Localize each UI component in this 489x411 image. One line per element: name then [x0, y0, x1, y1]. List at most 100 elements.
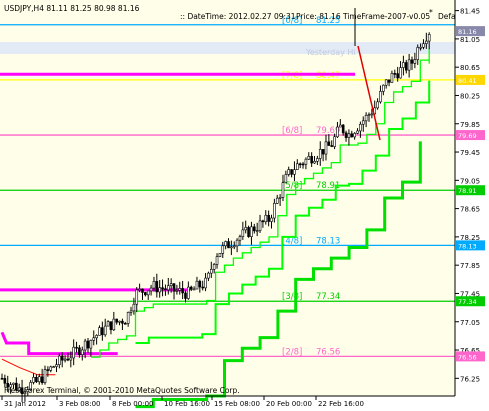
candle-body	[399, 67, 402, 79]
candle-body	[230, 246, 233, 249]
price-tick-5: 79.45	[460, 149, 480, 157]
candle-body	[313, 160, 316, 164]
price-tag-0: 81.16	[458, 28, 477, 36]
candle-body	[307, 156, 311, 160]
level-value-6: 76.56	[316, 347, 340, 357]
candle-body	[95, 335, 98, 339]
candle-body	[361, 120, 365, 125]
candle-body	[339, 124, 342, 128]
candle-body	[241, 229, 245, 237]
candle-body	[247, 227, 250, 237]
candle-body	[235, 239, 239, 247]
candle-body	[416, 47, 420, 60]
price-tick-4: 79.85	[460, 121, 480, 129]
candle-body	[284, 174, 288, 183]
candle-body	[37, 376, 41, 383]
candle-body	[422, 43, 425, 48]
price-tag-5: 77.34	[458, 298, 477, 306]
time-tick-2: 8 Feb 00:00	[112, 400, 153, 408]
candle-body	[232, 245, 236, 248]
candle-body	[321, 149, 325, 155]
time-tick-6: 22 Feb 16:00	[318, 400, 364, 408]
candle-body	[341, 124, 345, 134]
candle-body	[155, 281, 159, 293]
faded-label: Yesterday Hi	[305, 48, 356, 57]
candle-body	[12, 382, 15, 385]
candle-body	[425, 40, 428, 44]
candle-body	[55, 364, 58, 367]
candle-body	[427, 34, 431, 42]
candle-body	[189, 286, 193, 290]
candle-body	[264, 214, 268, 223]
candle-body	[69, 357, 73, 361]
candle-body	[98, 327, 101, 336]
candle-body	[144, 292, 147, 296]
candle-body	[103, 325, 107, 336]
price-tick-2: 80.65	[460, 64, 480, 72]
candle-body	[166, 285, 170, 291]
candle-body	[204, 277, 207, 289]
candle-body	[201, 286, 204, 289]
candle-body	[318, 149, 322, 159]
candle-body	[387, 79, 391, 83]
candle-body	[141, 288, 144, 293]
candle-body	[221, 245, 225, 254]
level-value-4: 78.13	[316, 236, 340, 246]
candle-body	[364, 114, 368, 122]
candle-body	[161, 287, 164, 290]
candle-body	[49, 366, 53, 371]
candle-body	[376, 101, 379, 109]
price-chart: [0/8] 81.25[7/8] 80.47[6/8] 79.69[5/8] 78.91…	[0, 0, 489, 411]
candle-body	[244, 227, 248, 231]
time-tick-1: 3 Feb 08:00	[59, 400, 100, 408]
level-label-1: [7/8]	[282, 71, 302, 81]
candle-body	[407, 59, 411, 71]
candle-body	[0, 378, 4, 380]
candle-body	[402, 62, 405, 68]
price-tick-6: 79.05	[460, 177, 480, 185]
copyright: FreshForex Terminal, © 2001-2010 MetaQuo…	[4, 386, 240, 395]
candle-body	[63, 358, 67, 361]
candle-body	[287, 169, 291, 175]
candle-body	[215, 256, 219, 265]
price-tag-6: 76.56	[458, 353, 477, 361]
candle-body	[126, 312, 130, 324]
candle-body	[310, 156, 313, 164]
candle-body	[172, 283, 176, 292]
candle-body	[135, 289, 139, 305]
timeframe-label: TimeFrame-2007-v0.05	[342, 12, 430, 21]
datetime-label: :: DateTime: 2012.02.27 09:31	[180, 12, 296, 21]
price-tick-3: 80.25	[460, 92, 480, 100]
candle-body	[267, 214, 270, 222]
candle-body	[164, 288, 167, 291]
candle-body	[330, 145, 334, 147]
candle-body	[253, 226, 256, 232]
candle-body	[261, 220, 265, 223]
candle-body	[198, 280, 202, 288]
candle-body	[336, 126, 339, 138]
candle-body	[92, 337, 96, 341]
candle-body	[32, 376, 35, 383]
candle-body	[66, 358, 70, 361]
candle-body	[304, 158, 308, 165]
price-tick-9: 77.85	[460, 262, 480, 270]
candle-body	[146, 290, 150, 296]
candle-body	[52, 366, 55, 368]
level-label-2: [6/8]	[282, 126, 302, 136]
candle-body	[359, 123, 362, 132]
candle-body	[298, 163, 302, 166]
candle-body	[58, 355, 61, 365]
candle-body	[281, 182, 285, 198]
candle-body	[224, 241, 227, 247]
candle-body	[270, 217, 273, 222]
level-label-6: [2/8]	[282, 347, 302, 357]
candle-body	[390, 73, 394, 83]
candle-body	[316, 158, 319, 162]
candle-body	[353, 133, 356, 138]
candle-body	[275, 197, 279, 204]
time-tick-0: 31 Jan 2012	[4, 400, 46, 408]
candle-body	[419, 46, 422, 49]
candle-body	[121, 320, 124, 324]
candle-body	[396, 73, 399, 79]
candle-body	[347, 133, 351, 138]
